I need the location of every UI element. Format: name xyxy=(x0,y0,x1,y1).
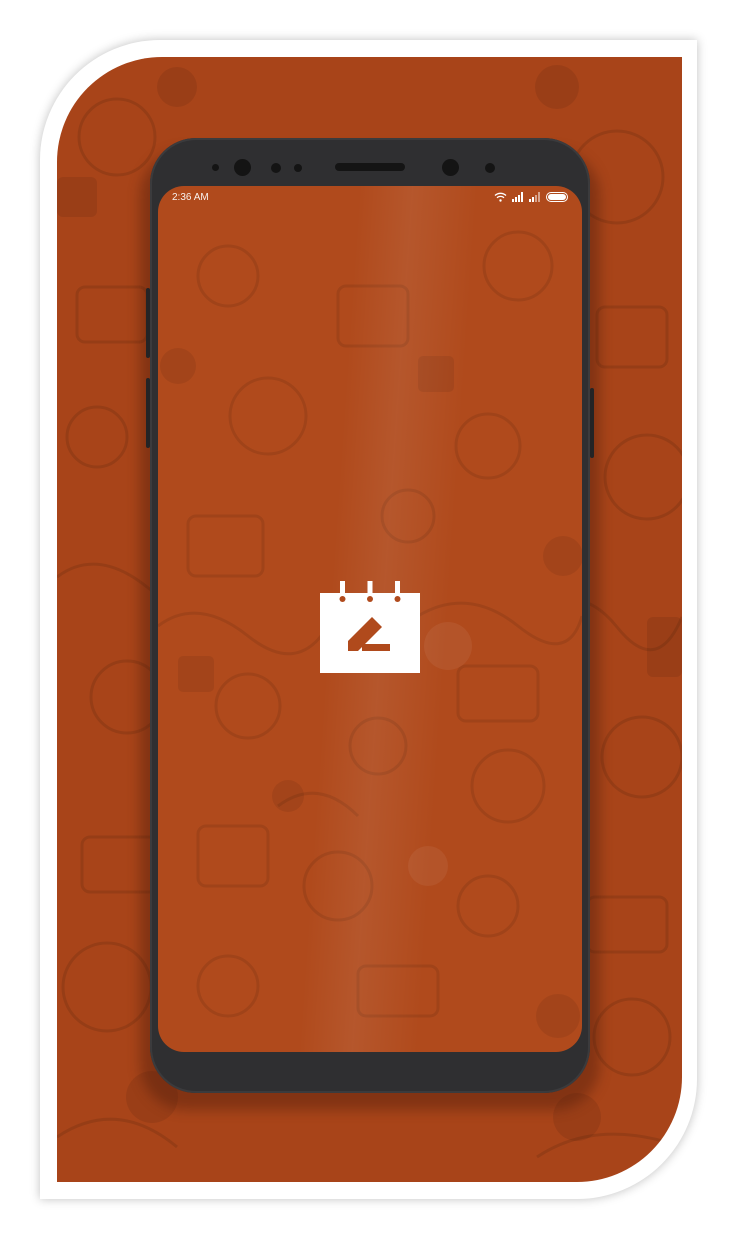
battery-icon xyxy=(546,192,568,202)
sensor-dot xyxy=(485,163,495,173)
status-icons xyxy=(494,191,570,203)
front-camera xyxy=(442,159,459,176)
front-camera xyxy=(234,159,251,176)
calendar-edit-icon xyxy=(320,581,420,673)
phone-screen: 2:36 AM xyxy=(158,186,582,1052)
signal-icon xyxy=(529,192,540,202)
earpiece-speaker xyxy=(335,163,405,171)
phone-side-button xyxy=(590,388,594,458)
phone-mockup: 2:36 AM xyxy=(146,138,594,1093)
status-bar: 2:36 AM xyxy=(158,186,582,208)
sensor-dot xyxy=(212,164,219,171)
sensor-dot xyxy=(294,164,302,172)
status-time: 2:36 AM xyxy=(172,192,209,203)
phone-side-button xyxy=(146,378,150,448)
signal-icon xyxy=(512,192,523,202)
wifi-icon xyxy=(494,192,507,202)
sensor-dot xyxy=(271,163,281,173)
phone-side-button xyxy=(146,288,150,358)
